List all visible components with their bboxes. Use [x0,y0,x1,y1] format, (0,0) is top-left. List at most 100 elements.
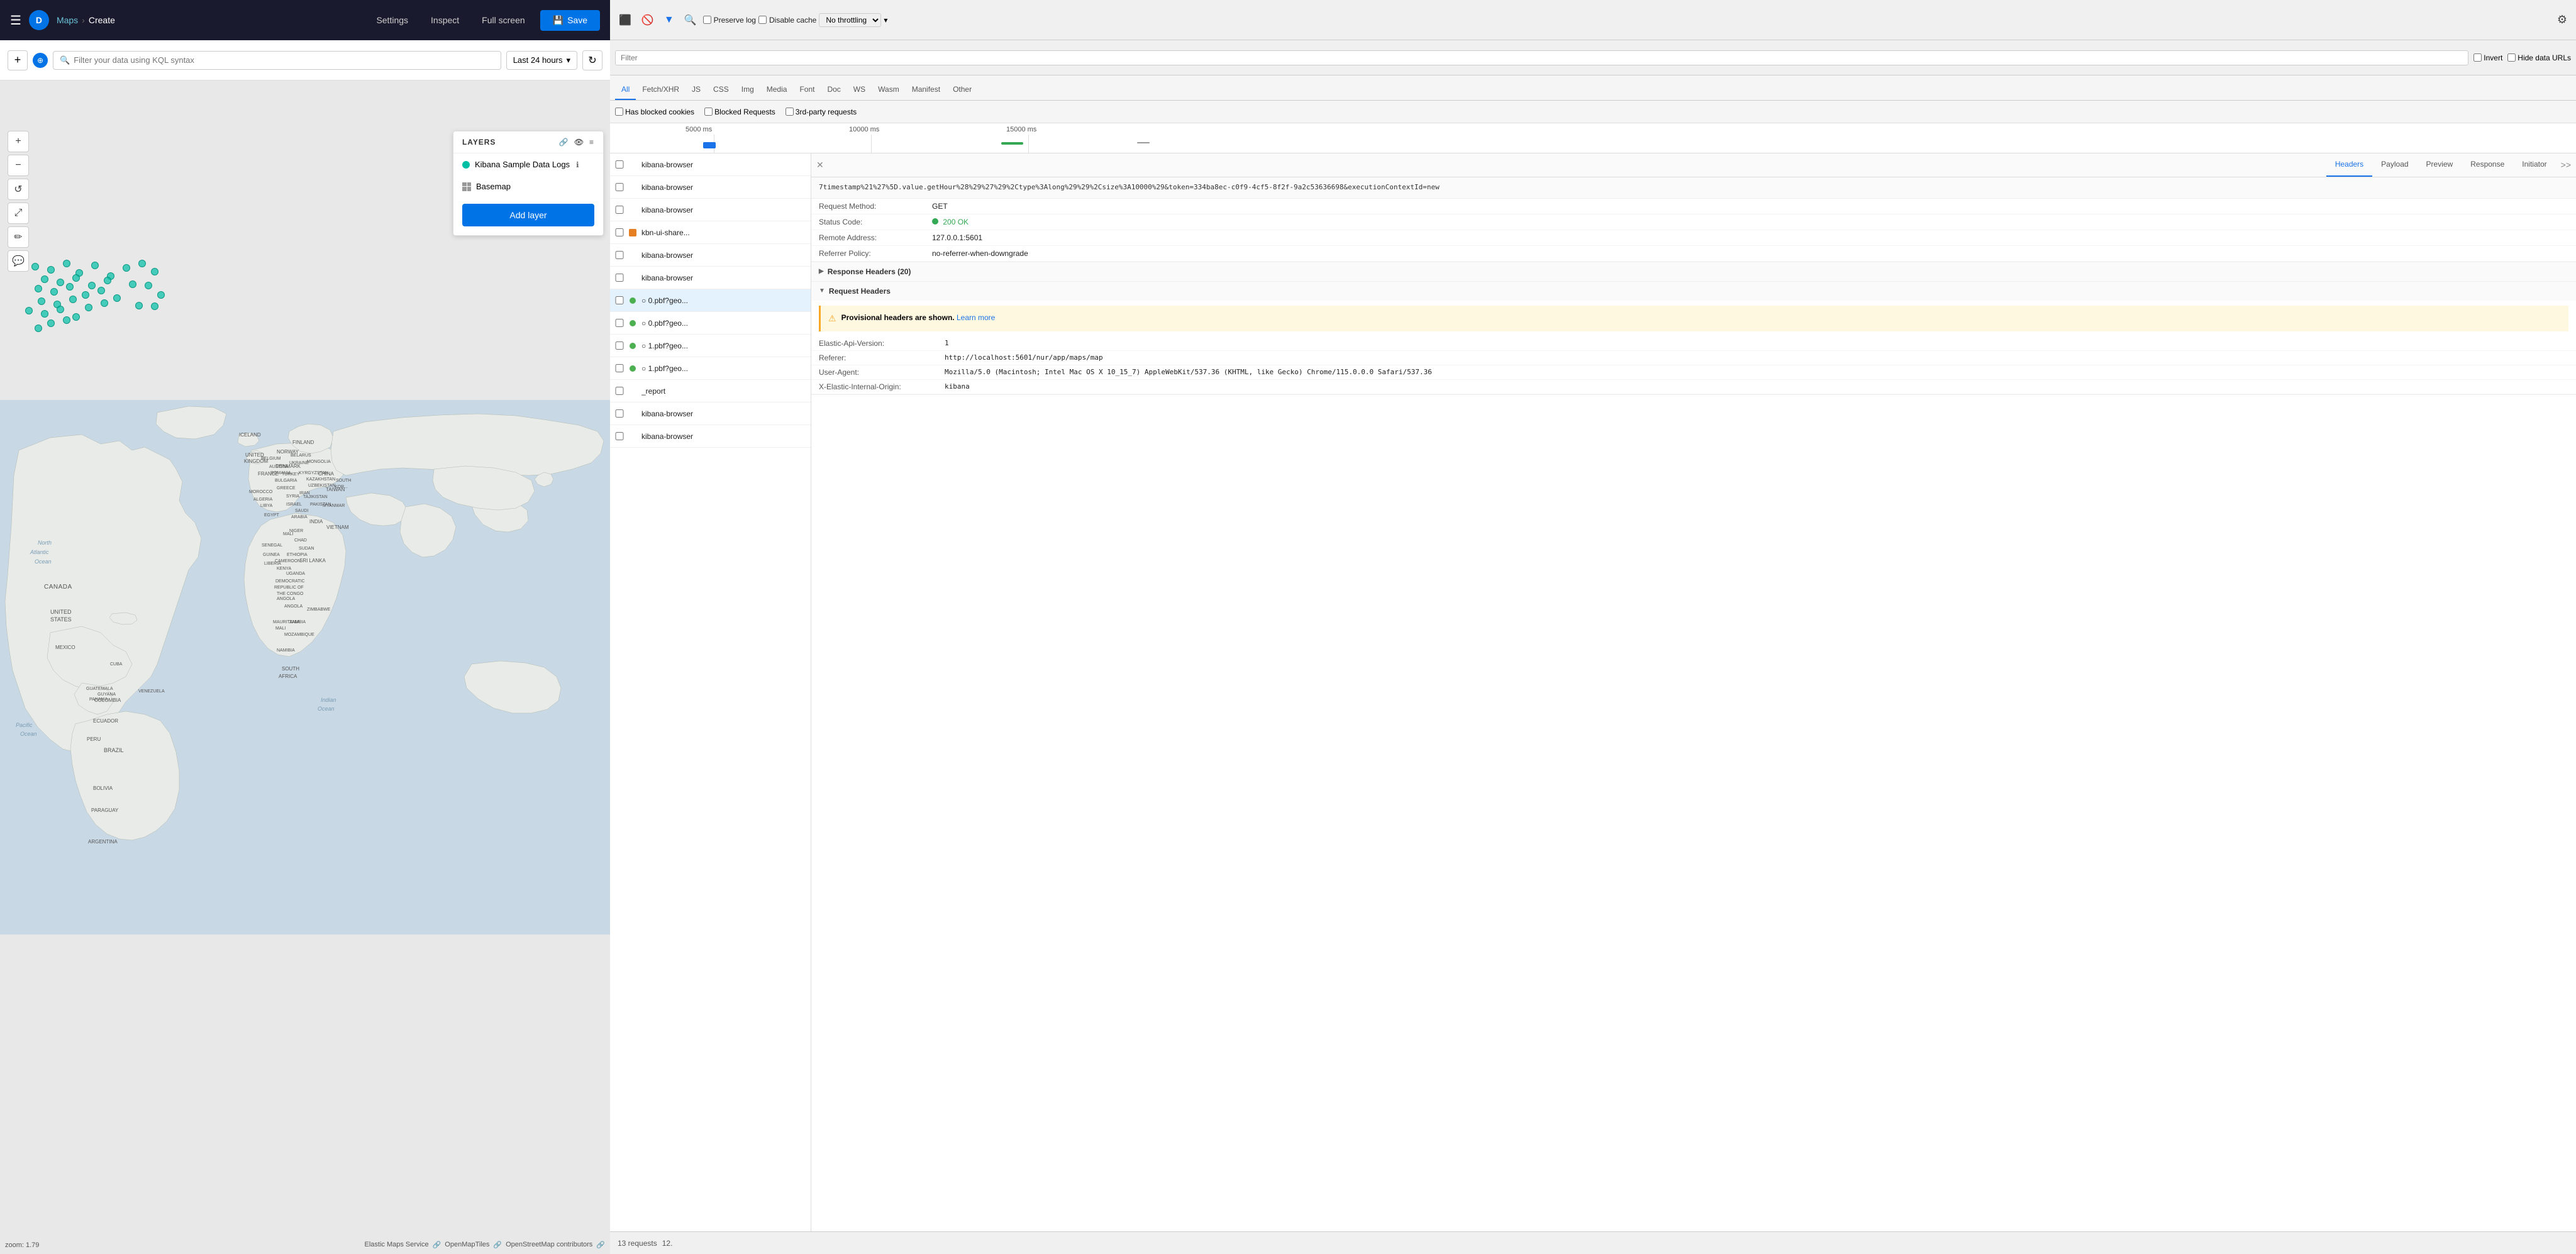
kql-filter-input-container[interactable]: 🔍 [53,51,501,70]
network-row-6[interactable]: ○ 0.pbf?geo... [610,289,811,312]
row-checkbox-3[interactable] [615,228,624,236]
tab-img[interactable]: Img [735,80,760,100]
layers-menu-icon[interactable]: ≡ [589,138,594,147]
tab-wasm[interactable]: Wasm [872,80,906,100]
hide-data-urls-checkbox[interactable] [2507,53,2516,62]
data-dot [151,302,158,310]
network-row-2[interactable]: kibana-browser [610,199,811,221]
network-row-11[interactable]: kibana-browser [610,402,811,425]
third-party-label[interactable]: 3rd-party requests [786,108,857,116]
row-checkbox-8[interactable] [615,341,624,350]
blocked-requests-label[interactable]: Blocked Requests [704,108,775,116]
svg-text:CAMEROON: CAMEROON [275,559,301,563]
tab-js[interactable]: JS [686,80,707,100]
learn-more-link[interactable]: Learn more [957,313,995,322]
tab-all[interactable]: All [615,80,636,100]
close-detail-button[interactable]: ✕ [811,153,829,177]
detail-tab-payload[interactable]: Payload [2372,153,2417,177]
timeline-bar-green [1001,142,1023,145]
filter-icon-button[interactable]: ▼ [660,12,678,28]
clear-button[interactable]: 🚫 [638,11,658,29]
row-checkbox-7[interactable] [615,319,624,327]
row-checkbox-5[interactable] [615,274,624,282]
tab-manifest[interactable]: Manifest [906,80,947,100]
has-blocked-cookies-label[interactable]: Has blocked cookies [615,108,694,116]
row-checkbox-11[interactable] [615,409,624,418]
network-filter-input[interactable] [615,50,2468,65]
layers-link-icon[interactable]: 🔗 [559,138,569,147]
network-row-9[interactable]: ○ 1.pbf?geo... [610,357,811,380]
row-checkbox-10[interactable] [615,387,624,395]
tab-other[interactable]: Other [947,80,978,100]
add-filter-button[interactable]: + [8,50,28,70]
fullscreen-button[interactable]: Full screen [474,11,532,29]
reset-view-button[interactable]: ↺ [8,179,29,200]
tab-css[interactable]: CSS [707,80,735,100]
hide-data-urls-label[interactable]: Hide data URLs [2507,53,2571,62]
disable-cache-checkbox[interactable] [758,16,767,24]
layer-item-logs[interactable]: Kibana Sample Data Logs ℹ [453,153,603,175]
network-row-8[interactable]: ○ 1.pbf?geo... [610,335,811,357]
zoom-out-button[interactable]: − [8,155,29,176]
zoom-in-button[interactable]: + [8,131,29,152]
has-blocked-cookies-checkbox[interactable] [615,108,623,116]
inspect-button[interactable]: Inspect [423,11,467,29]
detail-tab-initiator[interactable]: Initiator [2513,153,2555,177]
row-checkbox-12[interactable] [615,432,624,440]
detail-tab-headers[interactable]: Headers [2326,153,2372,177]
detail-tab-preview[interactable]: Preview [2418,153,2462,177]
row-checkbox-0[interactable] [615,160,624,169]
network-row-1[interactable]: kibana-browser [610,176,811,199]
blocked-requests-checkbox[interactable] [704,108,713,116]
tooltip-button[interactable]: 💬 [8,250,29,272]
layers-eye-icon[interactable]: 👁 [574,138,584,147]
network-row-12[interactable]: kibana-browser [610,425,811,448]
devtools-settings-button[interactable]: ⚙ [2553,11,2571,29]
kql-input[interactable] [74,55,494,65]
third-party-checkbox[interactable] [786,108,794,116]
row-checkbox-9[interactable] [615,364,624,372]
response-headers-header[interactable]: ▶ Response Headers (20) [811,262,2576,281]
refresh-button[interactable]: ↻ [582,50,602,70]
time-picker[interactable]: Last 24 hours ▾ [506,51,577,70]
map-container[interactable]: CANADA UNITED STATES MEXICO BRAZIL COLOM… [0,80,610,1254]
breadcrumb-maps[interactable]: Maps [57,15,78,25]
detail-tab-response[interactable]: Response [2462,153,2513,177]
stop-recording-button[interactable]: ⬛ [615,11,635,29]
disable-cache-label[interactable]: Disable cache [758,16,816,25]
network-row-4[interactable]: kibana-browser [610,244,811,267]
row-checkbox-4[interactable] [615,251,624,259]
network-row-0[interactable]: kibana-browser [610,153,811,176]
throttle-select[interactable]: No throttling [819,13,881,27]
row-checkbox-2[interactable] [615,206,624,214]
tab-ws[interactable]: WS [847,80,872,100]
hamburger-icon[interactable]: ☰ [10,13,21,28]
row-name-1: kibana-browser [641,183,693,192]
search-button[interactable]: 🔍 [680,11,701,29]
save-button[interactable]: 💾 Save [540,10,600,31]
more-tabs-button[interactable]: >> [2556,153,2576,177]
tab-font[interactable]: Font [793,80,821,100]
network-row-3[interactable]: kbn-ui-share... [610,221,811,244]
draw-tool-button[interactable]: ✏ [8,226,29,248]
invert-label[interactable]: Invert [2473,53,2502,62]
request-headers-header[interactable]: ▼ Request Headers [811,282,2576,301]
preserve-log-label[interactable]: Preserve log [703,16,756,25]
tab-fetch-xhr[interactable]: Fetch/XHR [636,80,686,100]
layer-item-basemap[interactable]: Basemap [453,175,603,197]
svg-text:TAJIKISTAN: TAJIKISTAN [303,495,328,499]
network-row-5[interactable]: kibana-browser [610,267,811,289]
tab-doc[interactable]: Doc [821,80,847,100]
search-icon-circle[interactable]: ⊕ [33,53,48,68]
invert-checkbox[interactable] [2473,53,2482,62]
tab-media[interactable]: Media [760,80,794,100]
measure-tool-button[interactable]: ⤢ [8,203,29,224]
add-layer-button[interactable]: Add layer [462,204,594,226]
row-checkbox-6[interactable] [615,296,624,304]
network-row-10[interactable]: _report [610,380,811,402]
preserve-log-checkbox[interactable] [703,16,711,24]
network-row-7[interactable]: ○ 0.pbf?geo... [610,312,811,335]
settings-button[interactable]: Settings [369,11,416,29]
us-data-dots [19,257,182,332]
row-checkbox-1[interactable] [615,183,624,191]
